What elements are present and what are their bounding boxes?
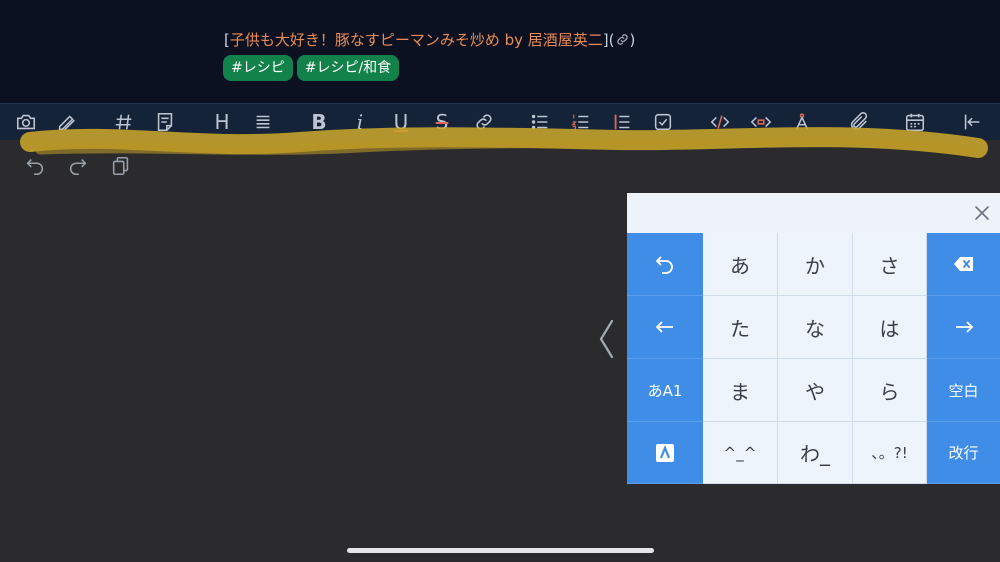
code-block-icon [750, 116, 772, 128]
key-ma[interactable]: ま [703, 359, 778, 422]
note-icon [157, 112, 173, 132]
strikethrough-button[interactable]: S [427, 104, 457, 140]
home-indicator[interactable] [347, 548, 654, 553]
draw-button[interactable] [52, 104, 82, 140]
quote-icon [614, 114, 630, 130]
key-emoticon[interactable]: ^_^ [703, 422, 778, 484]
checkbox-button[interactable] [648, 104, 678, 140]
link-icon[interactable] [615, 32, 630, 52]
numbered-list-icon [571, 114, 589, 130]
tag-recipe-japanese[interactable]: #レシピ/和食 [296, 55, 400, 81]
camera-button[interactable] [11, 104, 41, 140]
key-ha[interactable]: は [853, 296, 927, 359]
redo-button[interactable] [63, 150, 93, 182]
copy-icon [112, 156, 129, 176]
chevron-left-icon[interactable] [596, 318, 618, 360]
key-a[interactable]: あ [703, 233, 778, 296]
calendar-icon [905, 113, 925, 132]
bold-button[interactable]: B [304, 104, 334, 140]
underline-button[interactable]: U [386, 104, 416, 140]
compass-button[interactable] [787, 104, 817, 140]
key-left[interactable] [627, 296, 703, 359]
heading-button[interactable]: H [207, 104, 237, 140]
key-ya[interactable]: や [778, 359, 853, 422]
tag-list: #レシピ #レシピ/和食 [223, 55, 400, 81]
right-arrow-icon [955, 321, 973, 333]
collapse-left-icon [964, 114, 980, 130]
note-header: [子供も大好き！豚なすピーマンみそ炒め by 居酒屋英二]() #レシピ #レシ… [0, 0, 1000, 103]
calendar-button[interactable] [900, 104, 930, 140]
compass-icon [795, 113, 809, 130]
code-icon [710, 115, 730, 129]
logo-icon [656, 443, 674, 462]
key-space[interactable]: 空白 [927, 359, 1000, 422]
note-button[interactable] [150, 104, 180, 140]
link-button[interactable] [469, 104, 499, 140]
key-ka[interactable]: か [778, 233, 853, 296]
left-arrow-icon [655, 321, 673, 333]
key-wa[interactable]: わ_ [778, 422, 853, 484]
key-na[interactable]: な [778, 296, 853, 359]
copy-button[interactable] [106, 150, 136, 182]
japanese-keyboard: あ か さ た な は あA1 ま や ら 空白 ^_^ わ_ 、。?! 改行 [627, 193, 1000, 484]
key-punctuation[interactable]: 、。?! [853, 422, 927, 484]
key-keyboard-logo[interactable] [627, 422, 703, 484]
keyboard-candidate-bar [627, 193, 1000, 234]
recipe-link[interactable]: [子供も大好き！豚なすピーマンみそ炒め by 居酒屋英二]() [224, 30, 635, 52]
delete-icon [953, 257, 973, 271]
key-right[interactable] [927, 296, 1000, 359]
align-button[interactable] [248, 104, 278, 140]
pencil-ruler-icon [58, 115, 75, 131]
tag-recipe[interactable]: #レシピ [223, 55, 293, 81]
camera-icon [16, 114, 36, 130]
undo-icon [26, 159, 44, 176]
key-return[interactable]: 改行 [927, 422, 1000, 484]
undo-button[interactable] [20, 150, 50, 182]
align-icon [256, 115, 270, 129]
italic-button[interactable]: i [345, 104, 375, 140]
close-icon[interactable] [970, 201, 994, 225]
key-delete[interactable] [927, 233, 1000, 296]
collapse-toolbar-button[interactable] [957, 104, 987, 140]
quote-button[interactable] [607, 104, 637, 140]
code-block-button[interactable] [746, 104, 776, 140]
paperclip-icon [850, 112, 868, 131]
checkbox-icon [654, 113, 672, 131]
key-ra[interactable]: ら [853, 359, 927, 422]
tag-button[interactable] [109, 104, 139, 140]
code-button[interactable] [705, 104, 735, 140]
format-toolbar: H B i U S [0, 103, 1000, 140]
key-undo[interactable] [627, 233, 703, 296]
bullet-list-button[interactable] [525, 104, 555, 140]
redo-icon [69, 159, 87, 176]
bullet-list-icon [531, 114, 548, 130]
hash-icon [115, 114, 132, 130]
link-title[interactable]: 子供も大好き！豚なすピーマンみそ炒め by 居酒屋英二 [230, 31, 603, 49]
link-icon [476, 114, 492, 130]
undo-icon [655, 256, 673, 274]
key-mode-switch[interactable]: あA1 [627, 359, 703, 422]
key-sa[interactable]: さ [853, 233, 927, 296]
attachment-button[interactable] [844, 104, 874, 140]
key-ta[interactable]: た [703, 296, 778, 359]
numbered-list-button[interactable] [566, 104, 596, 140]
